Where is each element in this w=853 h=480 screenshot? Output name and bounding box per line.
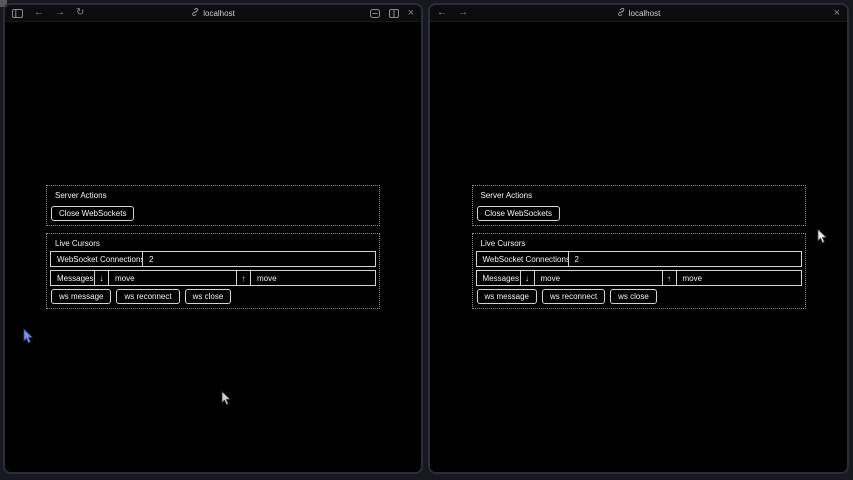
browser-window-left: ← → ↻ localhost xyxy=(3,3,423,474)
messages-label: Messages xyxy=(51,271,95,285)
close-websockets-button[interactable]: Close WebSockets xyxy=(477,206,560,221)
connections-count: 2 xyxy=(143,252,375,266)
page-title: localhost xyxy=(203,9,235,18)
messages-row: Messages ↓ move ↑ move xyxy=(476,270,802,286)
ws-close-button[interactable]: ws close xyxy=(185,289,232,304)
titlebar-left-controls: ← → xyxy=(437,8,468,18)
desktop: { "colors": { "desktop_bg": "#181920", "… xyxy=(0,0,853,480)
ws-message-button[interactable]: ws message xyxy=(51,289,111,304)
connections-label: WebSocket Connections xyxy=(51,252,143,266)
page-content-right: Server Actions Close WebSockets Live Cur… xyxy=(430,22,847,472)
titlebar-left-controls: ← → ↻ xyxy=(12,8,84,18)
received-message-value: move xyxy=(677,271,801,285)
ws-close-button[interactable]: ws close xyxy=(610,289,657,304)
titlebar-left: ← → ↻ localhost xyxy=(5,5,421,22)
split-view-icon[interactable] xyxy=(389,9,399,18)
received-message-value: move xyxy=(251,271,375,285)
ws-reconnect-button[interactable]: ws reconnect xyxy=(542,289,605,304)
live-cursors-section: Live Cursors WebSocket Connections 2 Mes… xyxy=(46,233,380,309)
ws-message-button[interactable]: ws message xyxy=(477,289,537,304)
close-icon[interactable]: × xyxy=(834,8,840,19)
page-menu-icon[interactable] xyxy=(370,9,380,18)
sidebar-toggle-icon[interactable] xyxy=(12,9,23,18)
connections-label: WebSocket Connections xyxy=(477,252,569,266)
sent-message-value: move xyxy=(535,271,663,285)
ws-actions: ws message ws reconnect ws close xyxy=(50,289,376,304)
received-arrow-icon: ↑ xyxy=(237,271,251,285)
forward-icon[interactable]: → xyxy=(55,8,65,18)
sent-arrow-icon: ↓ xyxy=(521,271,535,285)
server-actions-section: Server Actions Close WebSockets xyxy=(472,185,806,227)
live-cursors-section: Live Cursors WebSocket Connections 2 Mes… xyxy=(472,233,806,309)
connections-row: WebSocket Connections 2 xyxy=(476,251,802,267)
connections-row: WebSocket Connections 2 xyxy=(50,251,376,267)
section-title: Live Cursors xyxy=(50,237,376,251)
back-icon[interactable]: ← xyxy=(437,8,447,18)
address-title[interactable]: localhost xyxy=(191,8,235,18)
section-title: Live Cursors xyxy=(476,237,802,251)
messages-label: Messages xyxy=(477,271,521,285)
ws-actions: ws message ws reconnect ws close xyxy=(476,289,802,304)
ws-reconnect-button[interactable]: ws reconnect xyxy=(116,289,179,304)
server-actions-section: Server Actions Close WebSockets xyxy=(46,185,380,227)
page-title: localhost xyxy=(629,9,661,18)
browser-window-right: ← → localhost × Server Actions Close Web… xyxy=(428,3,849,474)
panel: Server Actions Close WebSockets Live Cur… xyxy=(472,185,806,310)
link-icon xyxy=(617,8,625,18)
panel: Server Actions Close WebSockets Live Cur… xyxy=(46,185,380,310)
titlebar-right-controls: × xyxy=(370,8,414,19)
titlebar-right-controls: × xyxy=(834,8,840,19)
sent-arrow-icon: ↓ xyxy=(95,271,109,285)
sent-message-value: move xyxy=(109,271,237,285)
received-arrow-icon: ↑ xyxy=(663,271,677,285)
forward-icon[interactable]: → xyxy=(458,8,468,18)
back-icon[interactable]: ← xyxy=(34,8,44,18)
page-content-left: Server Actions Close WebSockets Live Cur… xyxy=(5,22,421,472)
connections-count: 2 xyxy=(569,252,801,266)
close-icon[interactable]: × xyxy=(408,8,414,19)
close-websockets-button[interactable]: Close WebSockets xyxy=(51,206,134,221)
link-icon xyxy=(191,8,199,18)
titlebar-right: ← → localhost × xyxy=(430,5,847,22)
address-title[interactable]: localhost xyxy=(617,8,661,18)
section-title: Server Actions xyxy=(50,189,376,203)
messages-row: Messages ↓ move ↑ move xyxy=(50,270,376,286)
reload-icon[interactable]: ↻ xyxy=(76,8,84,18)
section-title: Server Actions xyxy=(476,189,802,203)
